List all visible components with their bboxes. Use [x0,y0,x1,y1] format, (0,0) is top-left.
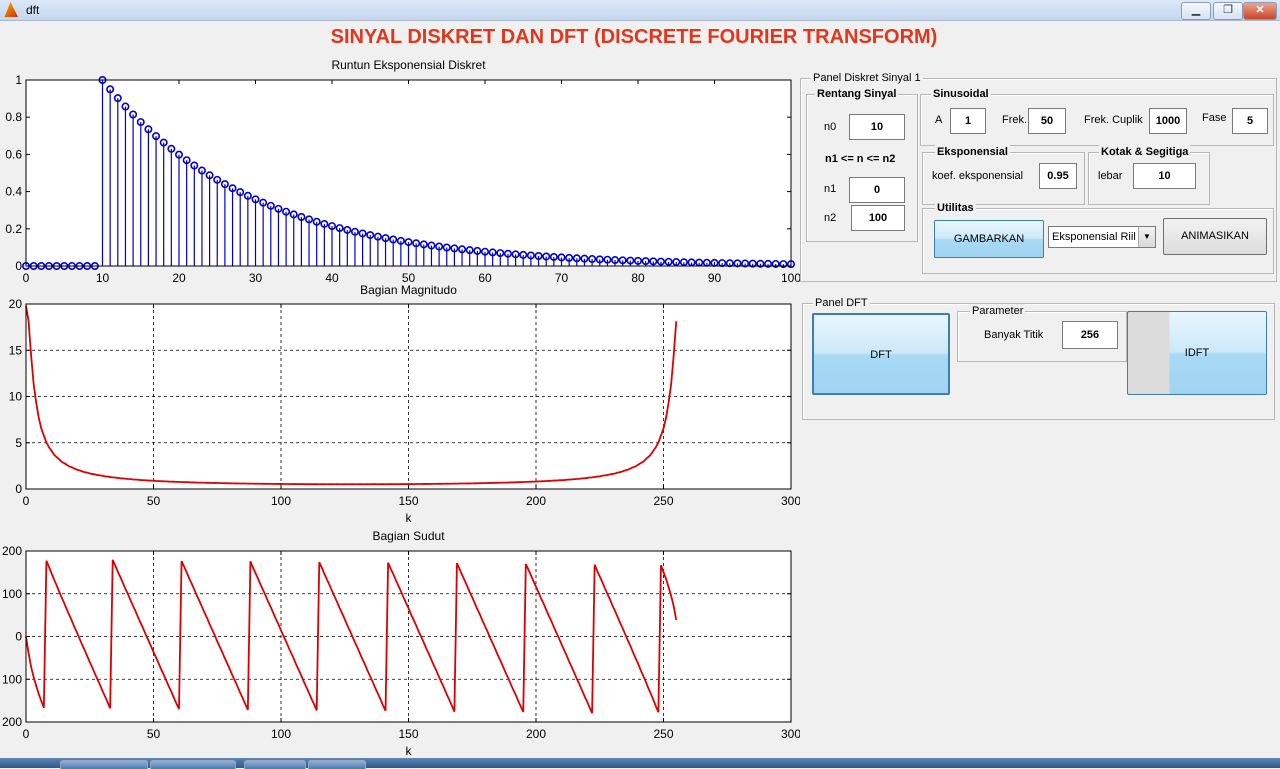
a-input[interactable]: 1 [950,108,986,134]
panel-utilitas-title: Utilitas [935,201,976,215]
n1-input[interactable]: 0 [849,177,905,203]
animasikan-button[interactable]: ANIMASIKAN [1163,218,1267,255]
gambarkan-button[interactable]: GAMBARKAN [934,220,1044,258]
x-tick-label: 90 [708,271,722,285]
x-tick-label: 70 [555,271,569,285]
x-tick-label: 250 [653,494,673,508]
x-tick-label: 300 [781,494,800,508]
y-tick-label: 0.4 [5,185,22,199]
n0-label: n0 [824,121,837,133]
n2-label: n2 [824,212,837,224]
frek-cuplik-input[interactable]: 1000 [1149,108,1187,134]
x-axis-label: k [406,744,413,758]
y-tick-label: 0 [15,259,22,273]
n1-label: n1 [824,183,837,195]
fase-input[interactable]: 5 [1232,108,1268,134]
close-button[interactable]: ✕ [1243,2,1277,20]
frek-label: Frek. [1002,114,1028,126]
chevron-down-icon[interactable]: ▼ [1138,227,1155,247]
panel-dft-title: Panel DFT [813,296,870,310]
plots-canvas: 0 10 20 30 40 50 60 70 80 90 10000.20.40.60.810 50 1… [2,73,800,758]
y-tick-label: 0 [15,482,22,496]
y-tick-label: 1 [15,73,22,87]
frek-cuplik-label: Frek. Cuplik [1084,114,1143,126]
dft-button[interactable]: DFT [812,313,950,395]
x-tick-label: 10 [96,271,110,285]
range-label: n1 <= n <= n2 [825,153,896,165]
x-tick-label: 20 [172,271,186,285]
x-tick-label: 100 [271,494,291,508]
n2-input[interactable]: 100 [851,205,905,231]
x-tick-label: 50 [147,727,161,741]
x-tick-label: 300 [781,727,800,741]
idft-button[interactable]: IDFT [1127,311,1267,395]
x-tick-label: 50 [147,494,161,508]
x-axis-label: k [406,511,413,525]
panel-sinusoidal-title: Sinusoidal [931,87,991,101]
x-tick-label: 30 [249,271,263,285]
koef-label: koef. eksponensial [932,170,1024,182]
signal-type-select[interactable]: Eksponensial Riil ▼ [1048,226,1156,248]
x-tick-label: 250 [653,727,673,741]
y-tick-label: 10 [9,390,23,404]
y-tick-label: 100 [2,587,22,601]
x-tick-label: 150 [398,727,418,741]
panel-parameter-title: Parameter [970,304,1026,318]
y-tick-label: 15 [9,343,23,357]
y-tick-label: 20 [9,297,23,311]
signal-type-value: Eksponensial Riil [1052,231,1136,243]
x-tick-label: 60 [478,271,492,285]
koef-input[interactable]: 0.95 [1039,163,1077,189]
y-tick-label: 200 [2,715,22,729]
x-tick-label: 80 [631,271,645,285]
lebar-label: lebar [1098,170,1123,182]
y-tick-label: 0 [15,630,22,644]
maximize-button[interactable]: ❐ [1213,2,1243,20]
y-tick-label: 0.6 [5,147,22,161]
x-tick-label: 50 [402,271,416,285]
x-tick-label: 100 [781,271,800,285]
panel-eksponensial-title: Eksponensial [935,145,1010,159]
y-tick-label: 5 [15,436,22,450]
a-label: A [935,114,943,126]
y-tick-label: 0.8 [5,110,22,124]
x-tick-label: 0 [23,727,30,741]
x-tick-label: 100 [271,727,291,741]
panel-kotak-title: Kotak & Segitiga [1099,145,1191,159]
minimize-button[interactable]: ▁ [1181,2,1211,20]
panel-rentang-title: Rentang Sinyal [815,87,899,101]
n0-input[interactable]: 10 [849,114,905,140]
lebar-input[interactable]: 10 [1133,163,1196,189]
banyak-titik-label: Banyak Titik [984,329,1044,341]
frek-input[interactable]: 50 [1028,108,1066,134]
y-tick-label: 0.2 [5,222,22,236]
x-tick-label: 200 [526,727,546,741]
x-tick-label: 40 [325,271,339,285]
x-tick-label: 0 [23,271,30,285]
x-tick-label: 150 [398,494,418,508]
x-tick-label: 0 [23,494,30,508]
y-tick-label: 100 [2,672,22,686]
y-tick-label: 200 [2,544,22,558]
x-tick-label: 200 [526,494,546,508]
panel-diskret-sinyal-title: Panel Diskret Sinyal 1 [811,71,923,85]
banyak-titik-input[interactable]: 256 [1062,321,1118,349]
fase-label: Fase [1202,112,1227,124]
